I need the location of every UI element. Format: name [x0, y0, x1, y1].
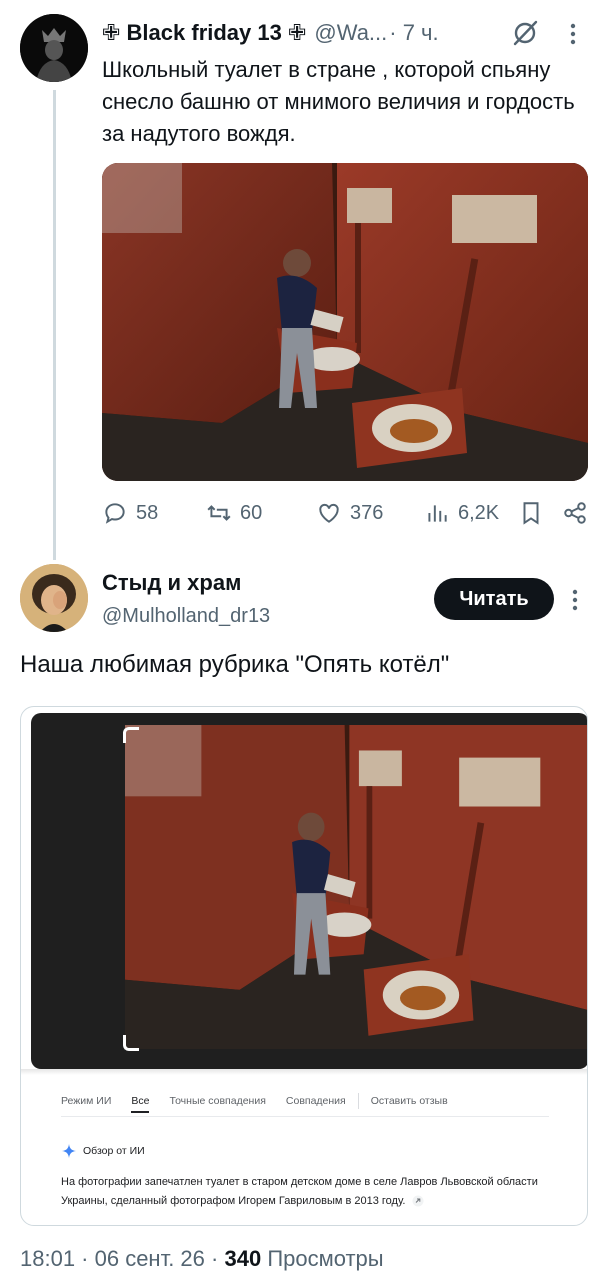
tab-ai-mode[interactable]: Режим ИИ — [61, 1095, 111, 1107]
author-avatar[interactable] — [20, 564, 88, 632]
tab-matches[interactable]: Совпадения — [286, 1095, 346, 1107]
tweet-time[interactable]: · 7 ч. — [389, 20, 438, 46]
tab-all[interactable]: Все — [131, 1095, 150, 1113]
bookmark-icon — [523, 502, 539, 525]
sparkle-icon — [62, 1144, 76, 1158]
ai-overview-text: На фотографии запечатлен туалет в старом… — [61, 1173, 561, 1211]
tabs-underline — [61, 1116, 549, 1117]
views-label: Просмотры — [267, 1246, 384, 1271]
author-avatar[interactable] — [20, 14, 88, 82]
tweet-text: Школьный туалет в стране , которой спьян… — [102, 57, 575, 146]
reply-count: 58 — [136, 501, 159, 524]
tweet-photo[interactable]: Режим ИИ Все Точные совпадения Совпадени… — [20, 706, 588, 1226]
views-count: 6,2K — [458, 501, 500, 524]
tweet-photo[interactable] — [102, 163, 588, 481]
like-count: 376 — [350, 501, 384, 524]
like-button[interactable]: 376 — [316, 496, 383, 530]
repost-button[interactable]: 60 — [206, 496, 262, 530]
author-name[interactable]: ✙ Black friday 13 ✙ — [102, 20, 306, 46]
tweet-actions: 58 60 376 6,2K — [102, 496, 590, 530]
views-count: 340 — [224, 1246, 262, 1271]
reply-button[interactable]: 58 — [102, 496, 158, 530]
preview-photo — [125, 725, 587, 1049]
ai-overview-title: Обзор от ИИ — [83, 1145, 145, 1157]
avatar-image — [20, 564, 88, 632]
grok-icon[interactable] — [510, 18, 540, 48]
follow-button[interactable]: Читать — [434, 578, 554, 620]
link-icon[interactable] — [412, 1195, 424, 1207]
heart-icon — [319, 503, 339, 523]
views-button[interactable]: 6,2K — [424, 496, 499, 530]
ai-overview-body: На фотографии запечатлен туалет в старом… — [61, 1176, 538, 1207]
author-name[interactable]: Стыд и храм — [102, 570, 241, 596]
author-handle[interactable]: @Mulholland_dr13 — [102, 605, 270, 628]
tweet-text: Наша любимая рубрика "Опять котёл" — [20, 651, 450, 678]
share-button[interactable] — [562, 496, 596, 530]
author-handle[interactable]: @Wa... — [314, 20, 387, 46]
toilet-photo — [125, 725, 587, 1049]
crop-corner-top-left[interactable] — [123, 727, 139, 743]
toilet-photo — [102, 163, 588, 481]
share-icon — [564, 502, 586, 524]
more-options-icon[interactable] — [566, 20, 580, 48]
repost-count: 60 — [240, 501, 263, 524]
avatar-image — [20, 14, 88, 82]
reply-icon — [105, 503, 125, 524]
tweet-timestamp[interactable]: 18:01 · 06 сент. 26 · — [20, 1246, 218, 1271]
tab-separator — [357, 1093, 359, 1109]
search-tabs: Режим ИИ Все Точные совпадения Совпадени… — [61, 1091, 468, 1113]
crop-corner-bottom-left[interactable] — [123, 1035, 139, 1051]
search-image-preview — [31, 713, 587, 1069]
repost-icon — [207, 505, 231, 521]
divider — [21, 1069, 587, 1075]
tweet-header: ✙ Black friday 13 ✙ @Wa... · 7 ч. — [102, 18, 582, 48]
thread-line — [53, 90, 56, 560]
tab-exact-matches[interactable]: Точные совпадения — [169, 1095, 265, 1107]
tweet-meta: 18:01 · 06 сент. 26 · 340 Просмотры — [20, 1246, 384, 1272]
views-icon — [428, 505, 447, 522]
bookmark-button[interactable] — [518, 496, 552, 530]
feedback-link[interactable]: Оставить отзыв — [371, 1095, 448, 1107]
ai-overview-header: Обзор от ИИ — [61, 1143, 145, 1159]
more-options-icon[interactable] — [568, 586, 582, 614]
